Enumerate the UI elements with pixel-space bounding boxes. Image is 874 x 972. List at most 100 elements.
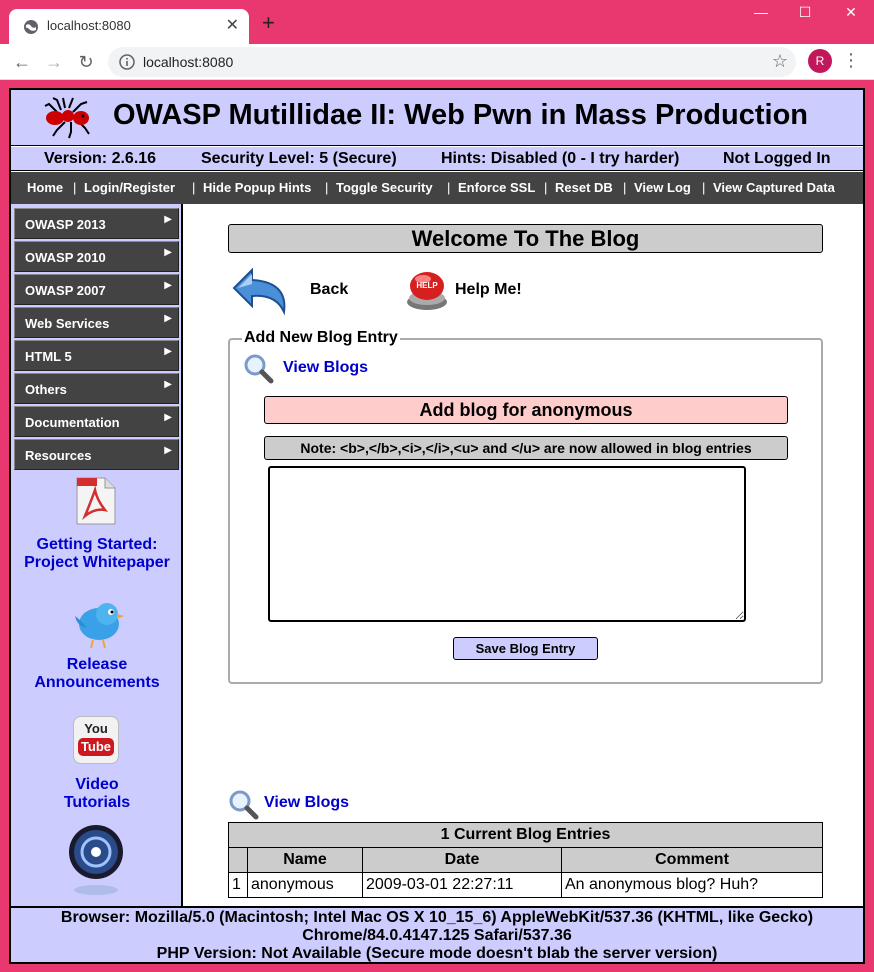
help-button-icon[interactable]: HELP [405,266,449,312]
blog-entries-table: 1 Current Blog Entries Name Date Comment… [228,822,823,898]
menu-hide-popup-hints[interactable]: Hide Popup Hints [203,180,311,195]
menu-separator: | [623,180,627,195]
footer-browser-line: Chrome/84.0.4147.125 Safari/537.36 [302,927,572,944]
sidebar-item-owasp-2013[interactable]: OWASP 2013 ▶ [14,208,179,239]
menu-view-log[interactable]: View Log [634,180,691,195]
sidebar-item-label: Documentation [25,415,120,430]
sidebar-item-documentation[interactable]: Documentation ▶ [14,406,179,437]
footer-browser-line: Browser: Mozilla/5.0 (Macintosh; Intel M… [60,909,814,926]
new-tab-icon[interactable]: + [262,12,275,34]
site-title: OWASP Mutillidae II: Web Pwn in Mass Pro… [113,99,808,131]
menu-home[interactable]: Home [27,180,63,195]
table-caption: 1 Current Blog Entries [228,822,823,848]
menu-login-register[interactable]: Login/Register [84,180,175,195]
sidebar-item-label: Web Services [25,316,110,331]
menu-view-captured-data[interactable]: View Captured Data [713,180,835,195]
minimize-icon[interactable]: — [746,4,776,20]
fieldset-legend: Add New Blog Entry [242,329,400,347]
browser-titlebar: localhost:8080 ✕ + — ☐ ✕ [0,0,874,44]
tab-title: localhost:8080 [47,18,131,33]
menu-reset-db[interactable]: Reset DB [555,180,613,195]
add-blog-header: Add blog for anonymous [264,396,788,424]
twitter-bird-icon[interactable] [69,596,125,650]
back-arrow-icon[interactable]: ← [10,50,34,74]
menu-separator: | [325,180,329,195]
maximize-icon[interactable]: ☐ [790,4,820,21]
menu-separator: | [544,180,548,195]
view-blogs-link[interactable]: View Blogs [283,359,368,377]
browser-tab[interactable]: localhost:8080 ✕ [9,9,249,44]
window-close-icon[interactable]: ✕ [836,4,866,21]
table-cell: anonymous [247,872,363,898]
version-text: Version: 2.6.16 [44,150,157,167]
menu-separator: | [702,180,706,195]
link-line: Announcements [34,674,160,691]
forward-arrow-icon[interactable]: → [42,50,66,74]
hints-text: Hints: Disabled (0 - I try harder) [441,150,680,167]
sidebar-item-others[interactable]: Others ▶ [14,373,179,404]
view-blogs-link[interactable]: View Blogs [264,794,349,812]
chevron-right-icon: ▶ [164,379,172,390]
column-header-comment: Comment [561,847,823,873]
security-level-text: Security Level: 5 (Secure) [201,150,397,167]
chevron-right-icon: ▶ [164,445,172,456]
owasp-logo-icon[interactable] [67,822,125,896]
table-cell: 1 [228,872,248,898]
getting-started-link[interactable]: Getting Started: Project Whitepaper [11,536,183,572]
sidebar-item-label: HTML 5 [25,349,72,364]
tab-close-icon[interactable]: ✕ [226,15,239,35]
sidebar-item-label: Resources [25,448,92,463]
save-blog-entry-button[interactable]: Save Blog Entry [453,637,598,660]
globe-icon [24,20,38,34]
footer-php-version: PHP Version: Not Available (Secure mode … [156,945,718,962]
bookmark-star-icon[interactable]: ☆ [772,51,788,72]
reload-icon[interactable]: ↻ [74,50,98,74]
magnifier-icon[interactable] [242,352,274,384]
sidebar-item-resources[interactable]: Resources ▶ [14,439,179,470]
menu-separator: | [447,180,451,195]
ant-logo-icon [44,97,90,139]
magnifier-icon[interactable] [227,788,259,820]
sidebar-item-label: Others [25,382,67,397]
sidebar-item-label: OWASP 2010 [25,250,106,265]
youtube-icon[interactable]: You Tube [73,716,119,764]
video-tutorials-link[interactable]: Video Tutorials [11,776,183,812]
column-header-index [228,847,248,873]
sidebar-item-html5[interactable]: HTML 5 ▶ [14,340,179,371]
sidebar: OWASP 2013 ▶ OWASP 2010 ▶ OWASP 2007 ▶ W… [11,204,183,906]
chevron-right-icon: ▶ [164,313,172,324]
add-blog-fieldset: Add New Blog Entry View Blogs Add blog f… [228,329,823,684]
chevron-right-icon: ▶ [164,214,172,225]
sidebar-item-owasp-2010[interactable]: OWASP 2010 ▶ [14,241,179,272]
pdf-document-icon[interactable] [73,476,119,526]
chevron-right-icon: ▶ [164,247,172,258]
link-line: Video [75,776,119,793]
login-status-text: Not Logged In [723,150,831,167]
info-icon[interactable] [119,54,135,70]
column-header-date: Date [362,847,562,873]
address-bar[interactable]: localhost:8080 ☆ [108,47,796,77]
youtube-you-text: You [84,721,108,736]
menu-enforce-ssl[interactable]: Enforce SSL [458,180,535,195]
youtube-tube-text: Tube [78,738,114,756]
site-footer: Browser: Mozilla/5.0 (Macintosh; Intel M… [11,906,863,962]
sidebar-item-web-services[interactable]: Web Services ▶ [14,307,179,338]
browser-menu-icon[interactable]: ⋮ [842,50,860,71]
back-arrow-icon[interactable] [232,262,294,320]
table-cell: An anonymous blog? Huh? [561,872,823,898]
link-line: Tutorials [63,794,131,811]
table-cell: 2009-03-01 22:27:11 [362,872,562,898]
sidebar-item-owasp-2007[interactable]: OWASP 2007 ▶ [14,274,179,305]
link-line: Project Whitepaper [24,554,170,571]
page: OWASP Mutillidae II: Web Pwn in Mass Pro… [9,88,865,964]
status-bar: Version: 2.6.16 Security Level: 5 (Secur… [11,147,863,171]
back-link[interactable]: Back [310,281,348,299]
profile-avatar[interactable]: R [808,49,832,73]
help-me-link[interactable]: Help Me! [455,281,522,299]
column-header-name: Name [247,847,363,873]
blog-entry-textarea[interactable] [268,466,746,622]
sidebar-item-label: OWASP 2013 [25,217,106,232]
release-announcements-link[interactable]: Release Announcements [11,656,183,692]
menu-toggle-security[interactable]: Toggle Security [336,180,433,195]
site-header: OWASP Mutillidae II: Web Pwn in Mass Pro… [11,90,863,146]
